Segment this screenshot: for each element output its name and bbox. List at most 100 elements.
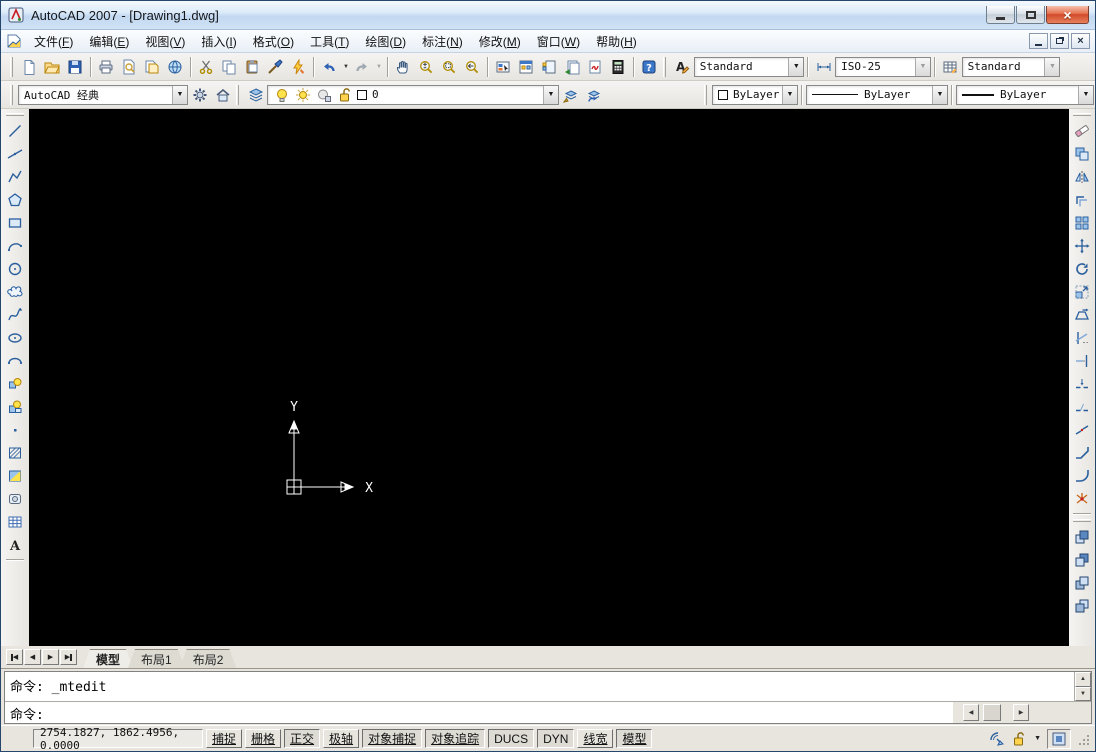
scroll-right-button[interactable]: ▶ [1013,704,1029,721]
scroll-up-button[interactable]: ▲ [1075,672,1091,687]
toggle-lwt-button[interactable]: 线宽 [577,729,613,748]
trim-button[interactable] [1070,326,1094,349]
chevron-down-icon[interactable]: ▼ [1078,86,1093,104]
toolbar-grip[interactable] [1073,113,1091,116]
toggle-ortho-button[interactable]: 正交 [284,729,320,748]
dwf-button[interactable] [164,55,187,79]
help-button[interactable]: ? [638,55,661,79]
lineweight-combo[interactable]: ByLayer ▼ [956,85,1094,105]
menu-f[interactable]: 文件(F) [26,30,81,53]
polygon-button[interactable] [3,188,27,211]
block-editor-button[interactable] [287,55,310,79]
mirror-button[interactable] [1070,165,1094,188]
scroll-thumb[interactable] [983,704,1001,721]
scale-button[interactable] [1070,280,1094,303]
hatch-button[interactable] [3,441,27,464]
chevron-down-icon[interactable]: ▼ [1044,58,1059,76]
layer-combo[interactable]: 0 ▼ [267,85,559,105]
communication-center-icon[interactable] [988,730,1006,748]
circle-button[interactable] [3,257,27,280]
toggle-model-button[interactable]: 模型 [616,729,652,748]
redo-dropdown-arrow-icon[interactable]: ▼ [374,55,384,79]
drawing-canvas[interactable]: Y X [29,109,1069,646]
toggle-snap-button[interactable]: 捕捉 [206,729,242,748]
draworder-front-button[interactable] [1070,525,1094,548]
tab-next-button[interactable]: ▶ [42,649,59,665]
copy-clip-button[interactable] [218,55,241,79]
draworder-above-button[interactable] [1070,571,1094,594]
tab-previous-button[interactable]: ◀ [24,649,41,665]
toggle-otrack-button[interactable]: 对象追踪 [425,729,485,748]
workspace-combo[interactable]: AutoCAD 经典 ▼ [18,85,188,105]
arc-button[interactable] [3,234,27,257]
break-button[interactable] [1070,395,1094,418]
rotate-button[interactable] [1070,257,1094,280]
region-button[interactable] [3,487,27,510]
layout-tab-model[interactable]: 模型 [83,649,133,668]
cut-button[interactable] [195,55,218,79]
revision-cloud-button[interactable] [3,280,27,303]
command-history[interactable]: 命令: _mtedit ▲ ▼ [5,672,1091,702]
toolbar-grip[interactable] [10,85,13,105]
chamfer-button[interactable] [1070,441,1094,464]
toggle-ducs-button[interactable]: DUCS [488,729,534,748]
extend-button[interactable] [1070,349,1094,372]
my-workspace-button[interactable] [211,83,234,107]
menu-v[interactable]: 视图(V) [137,30,193,53]
chevron-down-icon[interactable]: ▼ [543,86,558,104]
resize-grip[interactable] [1075,730,1091,748]
quickcalc-button[interactable] [607,55,630,79]
layer-unlock-icon[interactable] [336,86,354,104]
clean-screen-button[interactable] [1047,729,1071,749]
chevron-down-icon[interactable]: ▼ [932,86,947,104]
menu-o[interactable]: 格式(O) [245,30,302,53]
menu-w[interactable]: 窗口(W) [529,30,588,53]
break-at-point-button[interactable] [1070,372,1094,395]
layer-previous-button[interactable] [582,83,605,107]
mdi-restore-button[interactable] [1050,33,1069,49]
toolbar-grip[interactable] [6,113,24,116]
menu-i[interactable]: 插入(I) [193,30,244,53]
toggle-osnap-button[interactable]: 对象捕捉 [362,729,422,748]
copy-button[interactable] [1070,142,1094,165]
table-button[interactable] [3,510,27,533]
open-button[interactable] [41,55,64,79]
zoom-window-button[interactable] [438,55,461,79]
match-properties-button[interactable] [264,55,287,79]
workspace-settings-button[interactable] [188,83,211,107]
layout-tab-layout1[interactable]: 布局1 [128,649,185,668]
command-vscrollbar[interactable]: ▲ ▼ [1074,672,1091,701]
menu-t[interactable]: 工具(T) [302,30,357,53]
make-object-layer-current-button[interactable] [559,83,582,107]
markup-manager-button[interactable] [584,55,607,79]
plot-preview-button[interactable] [118,55,141,79]
chevron-down-icon[interactable]: ▼ [915,58,930,76]
ellipse-arc-button[interactable] [3,349,27,372]
save-button[interactable] [64,55,87,79]
spline-button[interactable] [3,303,27,326]
publish-button[interactable] [141,55,164,79]
offset-button[interactable] [1070,188,1094,211]
layer-thaw-icon[interactable] [294,86,312,104]
status-menu-arrow-icon[interactable]: ▼ [1032,735,1043,742]
color-combo[interactable]: ByLayer ▼ [712,85,798,105]
move-button[interactable] [1070,234,1094,257]
command-input[interactable]: 命令: [5,702,953,723]
pan-button[interactable] [392,55,415,79]
mdi-minimize-button[interactable] [1029,33,1048,49]
chevron-down-icon[interactable]: ▼ [788,58,803,76]
chevron-down-icon[interactable]: ▼ [172,86,187,104]
layout-tab-layout2[interactable]: 布局2 [180,649,237,668]
linetype-combo[interactable]: ByLayer ▼ [806,85,948,105]
scroll-down-button[interactable]: ▼ [1075,687,1091,702]
fillet-button[interactable] [1070,464,1094,487]
close-button[interactable]: × [1046,6,1089,24]
polyline-button[interactable] [3,165,27,188]
designcenter-button[interactable] [515,55,538,79]
array-button[interactable] [1070,211,1094,234]
dim-style-combo[interactable]: ISO-25 ▼ [835,57,931,77]
sheetset-manager-button[interactable] [561,55,584,79]
layer-properties-manager-button[interactable] [244,83,267,107]
qnew-button[interactable] [18,55,41,79]
toggle-dyn-button[interactable]: DYN [537,729,574,748]
